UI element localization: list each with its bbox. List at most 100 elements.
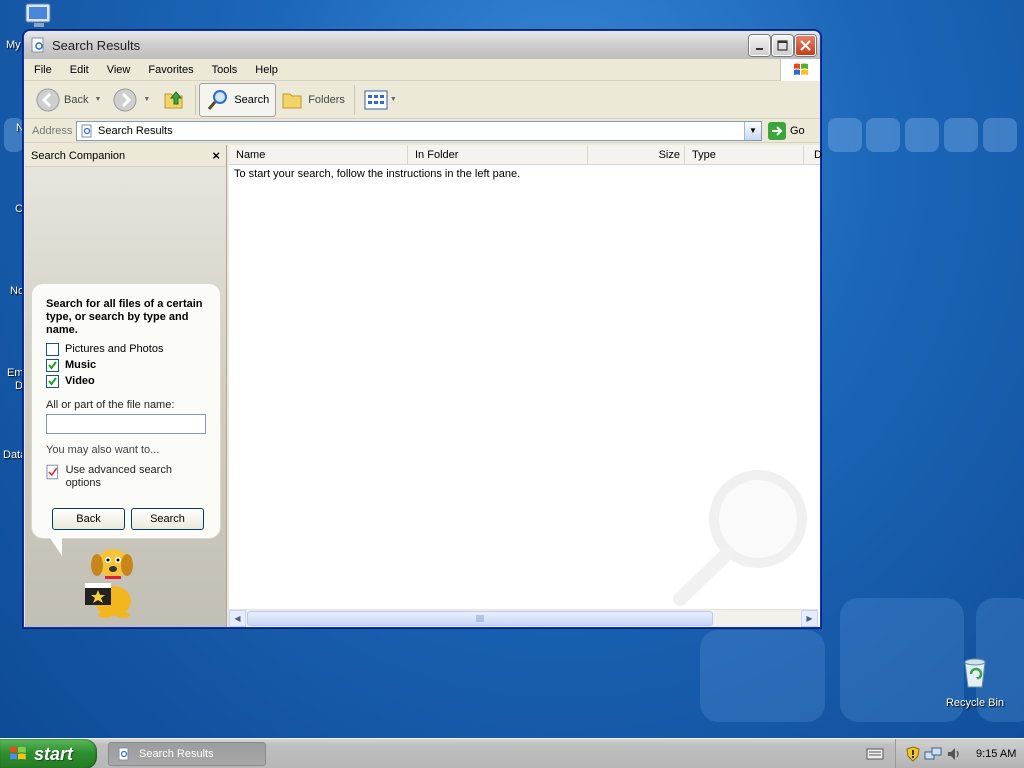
forward-dropdown-icon[interactable]: ▼ <box>143 96 150 103</box>
music-label: Music <box>65 359 97 371</box>
my-computer-icon[interactable] <box>24 2 54 33</box>
maximize-button[interactable] <box>772 35 793 56</box>
column-type[interactable]: Type <box>685 145 804 165</box>
video-label: Video <box>65 375 95 387</box>
search-results-icon <box>81 124 92 137</box>
desktop-decoration <box>983 118 1017 152</box>
address-dropdown-icon[interactable]: ▼ <box>744 121 761 140</box>
folders-button[interactable]: Folders <box>276 83 351 117</box>
results-pane: Name In Folder Size Type D To start your… <box>229 145 822 627</box>
search-button[interactable]: Search <box>199 82 277 117</box>
pictures-label: Pictures and Photos <box>65 343 164 355</box>
desktop-label-d[interactable]: D <box>15 380 23 392</box>
search-companion-header: Search Companion × <box>25 145 226 167</box>
minimize-icon <box>755 47 763 50</box>
address-label: Address <box>32 124 73 137</box>
pictures-checkbox[interactable] <box>46 342 59 356</box>
desktop-label-my[interactable]: My <box>6 39 21 51</box>
windows-flag-icon <box>10 746 26 760</box>
start-label: start <box>34 743 74 764</box>
windows-logo-icon <box>780 59 820 81</box>
folders-label: Folders <box>308 93 345 106</box>
taskbar-item-search-results[interactable]: Search Results <box>108 742 266 766</box>
menu-help[interactable]: Help <box>249 64 286 76</box>
column-date[interactable]: D <box>804 145 822 165</box>
maximize-icon <box>777 40 788 51</box>
search-balloon: Search for all files of a certain type, … <box>31 283 221 556</box>
menu-edit[interactable]: Edit <box>64 64 97 76</box>
go-arrow-icon <box>768 121 786 140</box>
views-icon <box>364 90 388 109</box>
go-button[interactable]: Go <box>768 121 805 140</box>
back-dropdown-icon[interactable]: ▼ <box>94 96 101 103</box>
filename-input[interactable] <box>46 414 206 434</box>
title-bar[interactable]: Search Results <box>24 31 820 59</box>
address-bar: Address Search Results ▼ Go <box>24 119 820 143</box>
scroll-right-icon[interactable]: ▶ <box>801 610 818 627</box>
close-button[interactable] <box>795 35 816 56</box>
advanced-search-link[interactable]: Use advanced search options <box>46 464 206 490</box>
scroll-left-icon[interactable]: ◀ <box>229 610 246 627</box>
option-video[interactable]: Video <box>46 374 206 388</box>
advanced-search-label: Use advanced search options <box>65 464 172 489</box>
security-shield-icon[interactable] <box>906 746 920 762</box>
close-pane-icon[interactable]: × <box>212 148 220 163</box>
grip-icon <box>476 615 484 622</box>
companion-search-button[interactable]: Search <box>131 508 204 530</box>
recycle-bin-icon <box>964 658 986 688</box>
menu-file[interactable]: File <box>28 64 60 76</box>
keyboard-icon[interactable] <box>866 746 884 765</box>
search-icon <box>208 89 228 110</box>
back-button[interactable]: Back ▼ <box>30 83 107 117</box>
search-companion-title: Search Companion <box>31 149 126 162</box>
start-button[interactable]: start <box>0 739 97 768</box>
checkmark-icon <box>48 360 57 370</box>
column-name[interactable]: Name <box>229 145 408 165</box>
forward-arrow-icon <box>113 88 137 111</box>
search-companion-pane: Search Companion × Search for all files … <box>25 145 227 627</box>
desktop-decoration <box>700 630 825 722</box>
menu-view[interactable]: View <box>101 64 139 76</box>
scroll-thumb[interactable] <box>247 611 713 626</box>
toolbar-separator <box>353 84 355 115</box>
recycle-bin[interactable]: Recycle Bin <box>940 656 1010 709</box>
forward-button[interactable]: ▼ <box>107 83 156 117</box>
folders-icon <box>282 93 302 108</box>
video-checkbox[interactable] <box>46 374 59 388</box>
menu-favorites[interactable]: Favorites <box>142 64 201 76</box>
music-checkbox[interactable] <box>46 358 59 372</box>
menu-bar: File Edit View Favorites Tools Help <box>24 59 820 81</box>
search-dog-icon[interactable] <box>81 543 141 622</box>
column-in-folder[interactable]: In Folder <box>408 145 588 165</box>
network-icon[interactable] <box>924 746 942 762</box>
horizontal-scrollbar[interactable]: ◀ ▶ <box>229 609 818 627</box>
desktop-decoration <box>944 118 978 152</box>
option-pictures[interactable]: Pictures and Photos <box>46 342 206 356</box>
search-heading: Search for all files of a certain type, … <box>46 298 203 336</box>
go-label: Go <box>790 124 805 137</box>
desktop-label-em[interactable]: Em <box>7 367 24 379</box>
companion-back-button[interactable]: Back <box>52 508 125 530</box>
views-dropdown-icon[interactable]: ▼ <box>390 96 397 103</box>
column-size[interactable]: Size <box>588 145 685 165</box>
back-label: Back <box>64 93 89 106</box>
results-instruction: To start your search, follow the instruc… <box>234 168 521 180</box>
taskbar-item-label: Search Results <box>139 748 214 760</box>
filename-label: All or part of the file name: <box>46 399 175 411</box>
desktop-label-no[interactable]: No <box>10 285 24 297</box>
may-also-label: You may also want to... <box>46 444 160 456</box>
desktop-decoration <box>905 118 939 152</box>
window-title: Search Results <box>52 37 141 53</box>
address-field[interactable]: Search Results ▼ <box>76 120 762 141</box>
volume-icon[interactable] <box>946 746 962 762</box>
up-folder-icon <box>164 90 183 108</box>
desktop-label-c[interactable]: C <box>15 203 23 215</box>
search-results-icon <box>31 37 44 53</box>
minimize-button[interactable] <box>749 35 770 56</box>
views-button[interactable]: ▼ <box>358 83 403 117</box>
close-icon <box>800 40 811 51</box>
option-music[interactable]: Music <box>46 358 206 372</box>
menu-tools[interactable]: Tools <box>206 64 246 76</box>
clock[interactable]: 9:15 AM <box>976 748 1016 760</box>
up-folder-button[interactable] <box>156 83 192 117</box>
